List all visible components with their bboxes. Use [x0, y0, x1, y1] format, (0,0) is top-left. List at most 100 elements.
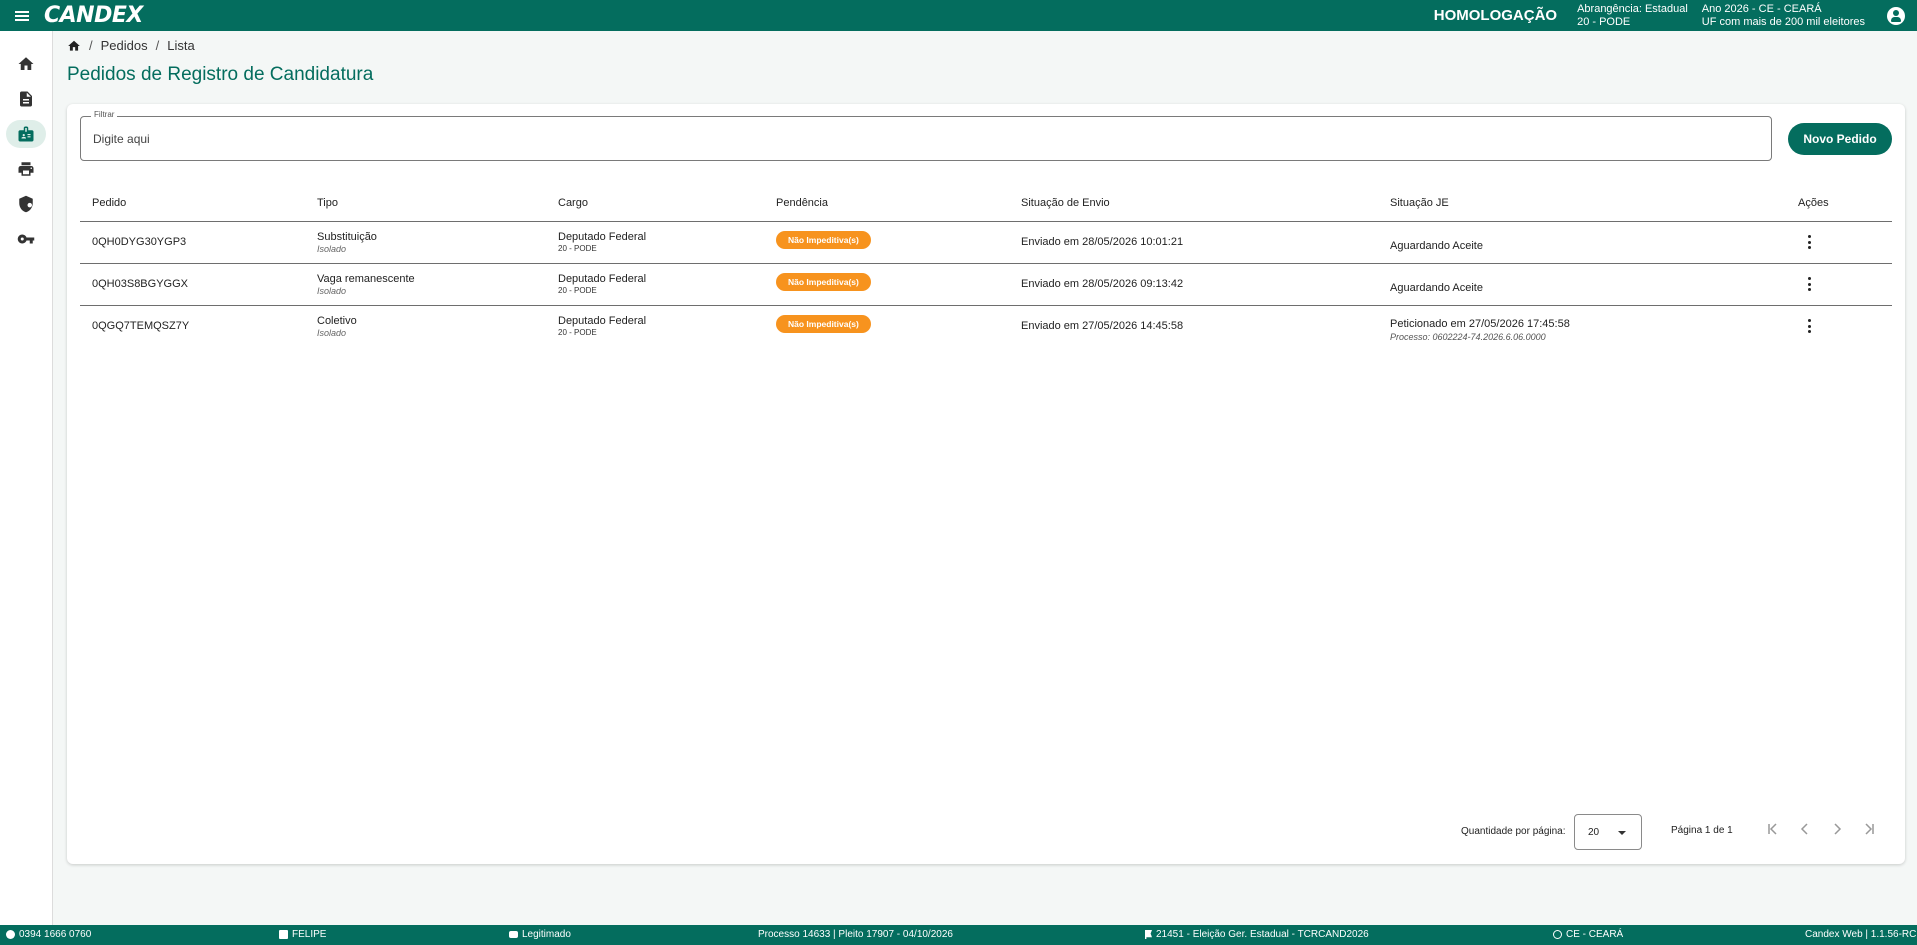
- header-acoes: Ações: [1798, 197, 1829, 209]
- tipo-sub: Isolado: [317, 244, 347, 254]
- badge-icon: [279, 930, 288, 939]
- table-header: Pedido Tipo Cargo Pendência Situação de …: [80, 184, 1892, 222]
- cargo-main: Deputado Federal: [558, 315, 647, 327]
- pendencia-badge[interactable]: Não Impeditiva(s): [776, 231, 871, 249]
- environment-label: HOMOLOGAÇÃO: [1433, 7, 1558, 24]
- tipo-main: Coletivo: [317, 315, 357, 327]
- more-actions-icon[interactable]: [1801, 276, 1817, 292]
- chevron-left-icon: [1800, 823, 1808, 835]
- key-icon: [17, 234, 35, 244]
- logo-text: CANDEX: [44, 3, 143, 28]
- home-icon: [18, 57, 34, 70]
- header-pedido[interactable]: Pedido: [92, 197, 126, 209]
- header-situacao-envio[interactable]: Situação de Envio: [1021, 197, 1110, 209]
- breadcrumb-lista: Lista: [167, 38, 195, 53]
- last-page-button[interactable]: [1861, 821, 1877, 837]
- briefcase-icon: [509, 931, 518, 938]
- cell-tipo: Coletivo Isolado: [317, 315, 357, 338]
- cell-situacao-je: Aguardando Aceite: [1390, 240, 1483, 252]
- cell-situacao-envio: Enviado em 27/05/2026 14:45:58: [1021, 320, 1184, 332]
- paginator: Quantidade por página: 20 Página 1 de 1: [67, 811, 1905, 850]
- sidebar-item-print[interactable]: [6, 155, 46, 183]
- sidebar-item-home[interactable]: [6, 50, 46, 78]
- header-situacao-je[interactable]: Situação JE: [1390, 197, 1449, 209]
- abrangencia-line2: 20 - PODE: [1577, 15, 1631, 28]
- filter-input[interactable]: [93, 129, 1743, 149]
- filter-label: Filtrar: [91, 110, 118, 119]
- cargo-main: Deputado Federal: [558, 231, 647, 243]
- table-row[interactable]: 0QH03S8BGYGGX Vaga remanescente Isolado …: [80, 264, 1892, 306]
- per-page-select[interactable]: 20: [1574, 814, 1642, 850]
- cargo-sub: 20 - PODE: [558, 244, 597, 253]
- sidebar: [0, 31, 53, 925]
- cell-pendencia: Não Impeditiva(s): [776, 231, 871, 249]
- je-processo: Processo: 0602224-74.2026.6.06.0000: [1390, 332, 1546, 342]
- badge-icon: [18, 126, 34, 142]
- candex-logo[interactable]: CANDEX: [44, 3, 143, 28]
- tipo-main: Vaga remanescente: [317, 273, 415, 285]
- cell-pendencia: Não Impeditiva(s): [776, 273, 871, 291]
- sidebar-item-access[interactable]: [6, 225, 46, 253]
- cargo-sub: 20 - PODE: [558, 286, 597, 295]
- flag-icon: [1145, 930, 1152, 939]
- je-main: Aguardando Aceite: [1390, 240, 1483, 252]
- page-info: Página 1 de 1: [1671, 825, 1733, 836]
- novo-pedido-button[interactable]: Novo Pedido: [1788, 123, 1892, 155]
- tipo-main: Substituição: [317, 231, 377, 243]
- account-icon[interactable]: [1887, 6, 1905, 25]
- abrangencia-line1: Abrangência: Estadual: [1577, 2, 1688, 15]
- breadcrumb: / Pedidos / Lista: [67, 38, 195, 53]
- document-icon: [20, 91, 32, 107]
- page-title: Pedidos de Registro de Candidatura: [67, 64, 374, 85]
- cell-tipo: Vaga remanescente Isolado: [317, 273, 415, 296]
- sidebar-item-documents[interactable]: [6, 85, 46, 113]
- per-page-value: 20: [1588, 827, 1600, 838]
- cell-cargo: Deputado Federal 20 - PODE: [558, 315, 646, 337]
- breadcrumb-pedidos[interactable]: Pedidos: [101, 38, 148, 53]
- footer-user: FELIPE: [279, 929, 326, 940]
- cell-pedido: 0QH0DYG30YGP3: [92, 236, 187, 248]
- header-tipo[interactable]: Tipo: [317, 197, 338, 209]
- cell-cargo: Deputado Federal 20 - PODE: [558, 231, 646, 253]
- table-row[interactable]: 0QH0DYG30YGP3 Substituição Isolado Deput…: [80, 222, 1892, 264]
- cell-situacao-envio: Enviado em 28/05/2026 09:13:42: [1021, 278, 1184, 290]
- cell-situacao-envio: Enviado em 28/05/2026 10:01:21: [1021, 236, 1184, 248]
- next-page-button[interactable]: [1829, 821, 1845, 837]
- je-main: Peticionado em 27/05/2026 17:45:58: [1390, 318, 1570, 330]
- cargo-sub: 20 - PODE: [558, 328, 597, 337]
- chevron-right-icon: [1834, 823, 1842, 835]
- cell-tipo: Substituição Isolado: [317, 231, 377, 254]
- more-actions-icon[interactable]: [1801, 234, 1817, 250]
- pendencia-badge[interactable]: Não Impeditiva(s): [776, 273, 871, 291]
- header-cargo[interactable]: Cargo: [558, 197, 588, 209]
- abrangencia-info: Abrangência: Estadual 20 - PODE: [1577, 3, 1688, 29]
- cargo-main: Deputado Federal: [558, 273, 647, 285]
- footer-processo: Processo 14633 | Pleito 17907 - 04/10/20…: [758, 929, 953, 940]
- first-page-icon: [1768, 823, 1777, 835]
- cell-situacao-je: Aguardando Aceite: [1390, 282, 1483, 294]
- header-pendencia[interactable]: Pendência: [776, 197, 828, 209]
- je-main: Aguardando Aceite: [1390, 282, 1483, 294]
- pedidos-table: Pedido Tipo Cargo Pendência Situação de …: [80, 184, 1892, 348]
- sidebar-item-candidatura[interactable]: [6, 120, 46, 148]
- table-row[interactable]: 0QGQ7TEMQSZ7Y Coletivo Isolado Deputado …: [80, 306, 1892, 348]
- cell-situacao-je: Peticionado em 27/05/2026 17:45:58 Proce…: [1390, 318, 1570, 342]
- per-page-label: Quantidade por página:: [1461, 826, 1566, 837]
- home-icon[interactable]: [67, 39, 81, 53]
- cell-pendencia: Não Impeditiva(s): [776, 315, 871, 333]
- more-actions-icon[interactable]: [1801, 318, 1817, 334]
- cell-cargo: Deputado Federal 20 - PODE: [558, 273, 646, 295]
- previous-page-button[interactable]: [1797, 821, 1813, 837]
- ano-info: Ano 2026 - CE - CEARÁ UF com mais de 200…: [1702, 3, 1865, 29]
- menu-icon[interactable]: [0, 0, 44, 31]
- footer-status-bar: 0394 1666 0760 FELIPE Legitimado Process…: [0, 925, 1917, 945]
- top-bar: CANDEX HOMOLOGAÇÃO Abrangência: Estadual…: [0, 0, 1917, 31]
- pendencia-badge[interactable]: Não Impeditiva(s): [776, 315, 871, 333]
- chevron-down-icon: [1618, 831, 1626, 835]
- sidebar-item-security[interactable]: [6, 190, 46, 218]
- first-page-button[interactable]: [1765, 821, 1781, 837]
- footer-uf: CE - CEARÁ: [1553, 929, 1623, 940]
- ano-line2: UF com mais de 200 mil eleitores: [1701, 15, 1865, 28]
- filter-field[interactable]: Filtrar: [80, 110, 1772, 161]
- footer-role: Legitimado: [509, 929, 571, 940]
